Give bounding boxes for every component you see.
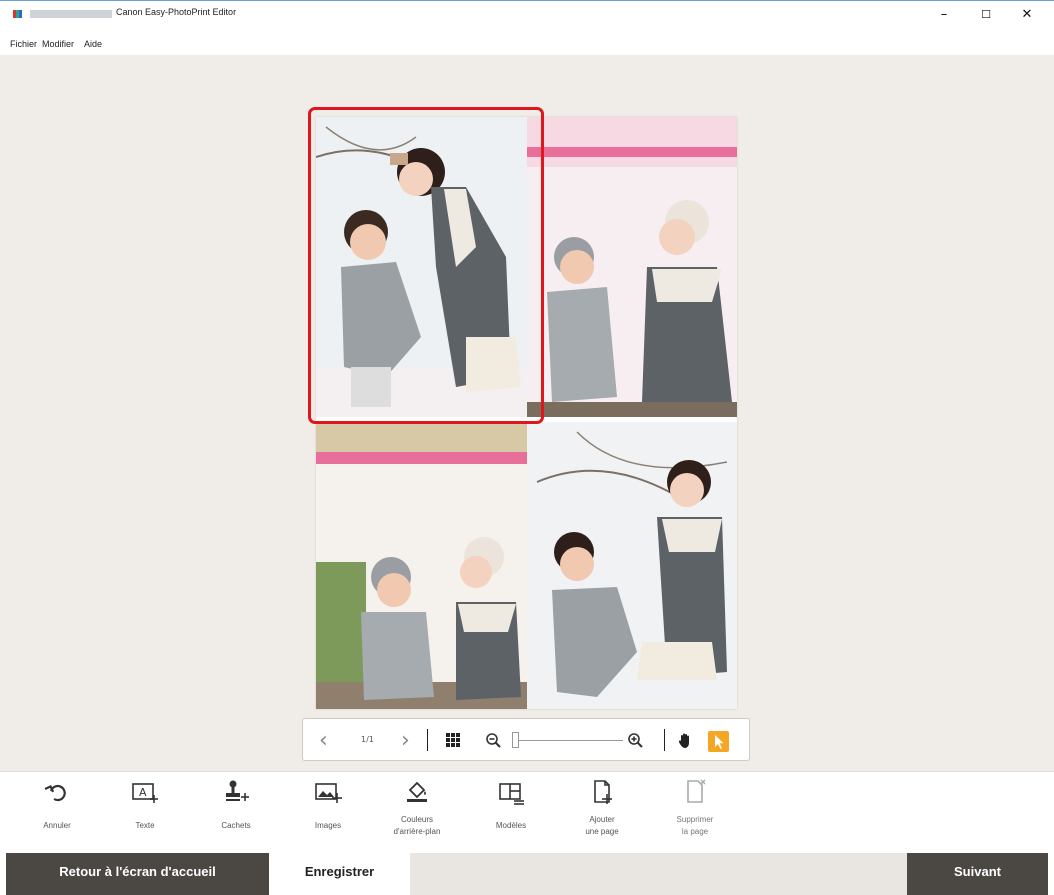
tool-panel: Annuler A Texte Cachets Images Couleurs …	[0, 771, 1054, 853]
image-add-icon	[315, 783, 342, 803]
select-pointer-button[interactable]	[708, 731, 729, 752]
hand-pan-icon[interactable]	[678, 732, 694, 754]
delete-page-label-line1: Supprimer	[676, 815, 714, 824]
photo-slot-4[interactable]	[527, 422, 737, 709]
undo-button[interactable]: Annuler	[17, 778, 97, 832]
background-colors-button[interactable]: Couleurs d'arrière-plan	[377, 778, 457, 838]
delete-page-button[interactable]: Supprimer la page	[655, 778, 735, 838]
divider	[427, 729, 428, 751]
add-page-label-line2: une page	[585, 827, 619, 836]
menu-aide[interactable]: Aide	[84, 39, 102, 49]
zoom-slider-track[interactable]	[517, 740, 623, 741]
page-navigation-bar: ‹ 1/1 ›	[302, 718, 750, 761]
templates-label: Modèles	[495, 821, 527, 830]
maximize-button[interactable]: ☐	[971, 7, 1001, 23]
stamps-button[interactable]: Cachets	[196, 778, 276, 832]
save-button[interactable]: Enregistrer	[269, 853, 410, 895]
undo-label: Annuler	[43, 821, 71, 830]
photo-slot-2[interactable]	[527, 117, 737, 417]
add-page-icon	[594, 780, 612, 804]
title-bar: Canon Easy-PhotoPrint Editor – ☐ ✕	[0, 0, 1054, 38]
svg-text:A: A	[139, 786, 147, 799]
zoom-out-icon[interactable]	[486, 733, 501, 753]
add-page-label-line1: Ajouter	[589, 815, 615, 824]
templates-button[interactable]: Modèles	[471, 778, 551, 832]
footer-bar: Retour à l'écran d'accueil Enregistrer S…	[0, 853, 1054, 895]
selected-photo-frame[interactable]	[308, 107, 544, 424]
app-icon	[13, 10, 22, 18]
text-label: Texte	[135, 821, 155, 830]
prev-page-button[interactable]: ‹	[319, 728, 328, 753]
next-page-button[interactable]: ›	[401, 728, 410, 753]
menu-bar: Fichier Modifier Aide	[0, 38, 1054, 55]
divider	[664, 729, 665, 751]
add-page-button[interactable]: Ajouter une page	[562, 778, 642, 838]
templates-icon	[499, 783, 524, 805]
background-colors-label-line1: Couleurs	[400, 815, 433, 824]
zoom-slider-thumb[interactable]	[512, 732, 519, 748]
minimize-button[interactable]: –	[929, 7, 959, 23]
page-indicator: 1/1	[361, 735, 374, 744]
title-redacted	[30, 10, 112, 18]
delete-page-label-line2: la page	[681, 827, 709, 836]
text-button[interactable]: A Texte	[105, 778, 185, 832]
next-button[interactable]: Suivant	[907, 853, 1048, 895]
stamps-label: Cachets	[221, 821, 251, 830]
menu-fichier[interactable]: Fichier	[10, 39, 37, 49]
back-to-home-button[interactable]: Retour à l'écran d'accueil	[6, 853, 269, 895]
zoom-in-icon[interactable]	[628, 733, 643, 753]
photo-slot-3[interactable]	[316, 422, 527, 709]
close-button[interactable]: ✕	[1012, 7, 1042, 23]
delete-page-icon	[687, 779, 706, 803]
text-add-icon: A	[132, 783, 158, 803]
images-button[interactable]: Images	[288, 778, 368, 832]
grid-view-icon[interactable]	[446, 733, 460, 752]
footer-spacer	[410, 853, 907, 895]
menu-modifier[interactable]: Modifier	[42, 39, 74, 49]
background-colors-label-line2: d'arrière-plan	[393, 827, 441, 836]
fill-bucket-icon	[407, 781, 427, 802]
window-title: Canon Easy-PhotoPrint Editor	[116, 7, 237, 17]
undo-icon	[44, 784, 66, 802]
images-label: Images	[314, 821, 342, 830]
stamp-icon	[226, 780, 249, 801]
